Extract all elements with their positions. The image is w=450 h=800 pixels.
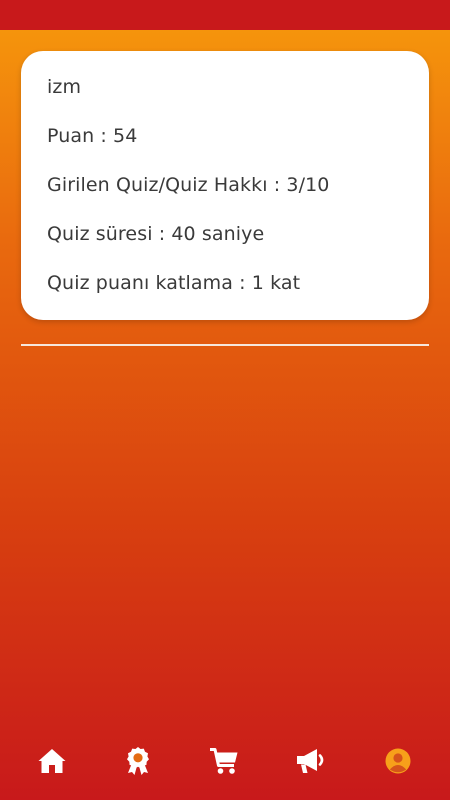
nav-award-button[interactable]	[121, 744, 155, 778]
bottom-navigation	[0, 738, 450, 784]
quiz-multiplier-label: Quiz puanı katlama : 1 kat	[47, 272, 301, 294]
username-label: izm	[47, 76, 82, 98]
award-icon	[127, 747, 149, 775]
home-icon	[38, 749, 66, 773]
profile-screen: izm Puan : 54 Girilen Quiz/Quiz Hakkı : …	[0, 0, 450, 800]
divider	[21, 344, 429, 346]
megaphone-icon	[297, 749, 324, 773]
user-circle-icon	[385, 748, 411, 774]
nav-cart-button[interactable]	[207, 744, 241, 778]
points-label: Puan : 54	[47, 125, 138, 147]
quiz-entries-label: Girilen Quiz/Quiz Hakkı : 3/10	[47, 174, 330, 196]
status-bar	[0, 0, 450, 30]
nav-announcements-button[interactable]	[294, 744, 328, 778]
profile-info-card: izm Puan : 54 Girilen Quiz/Quiz Hakkı : …	[21, 51, 429, 320]
nav-home-button[interactable]	[35, 744, 69, 778]
nav-profile-button[interactable]	[381, 744, 415, 778]
shopping-cart-icon	[210, 748, 238, 774]
quiz-duration-label: Quiz süresi : 40 saniye	[47, 223, 265, 245]
